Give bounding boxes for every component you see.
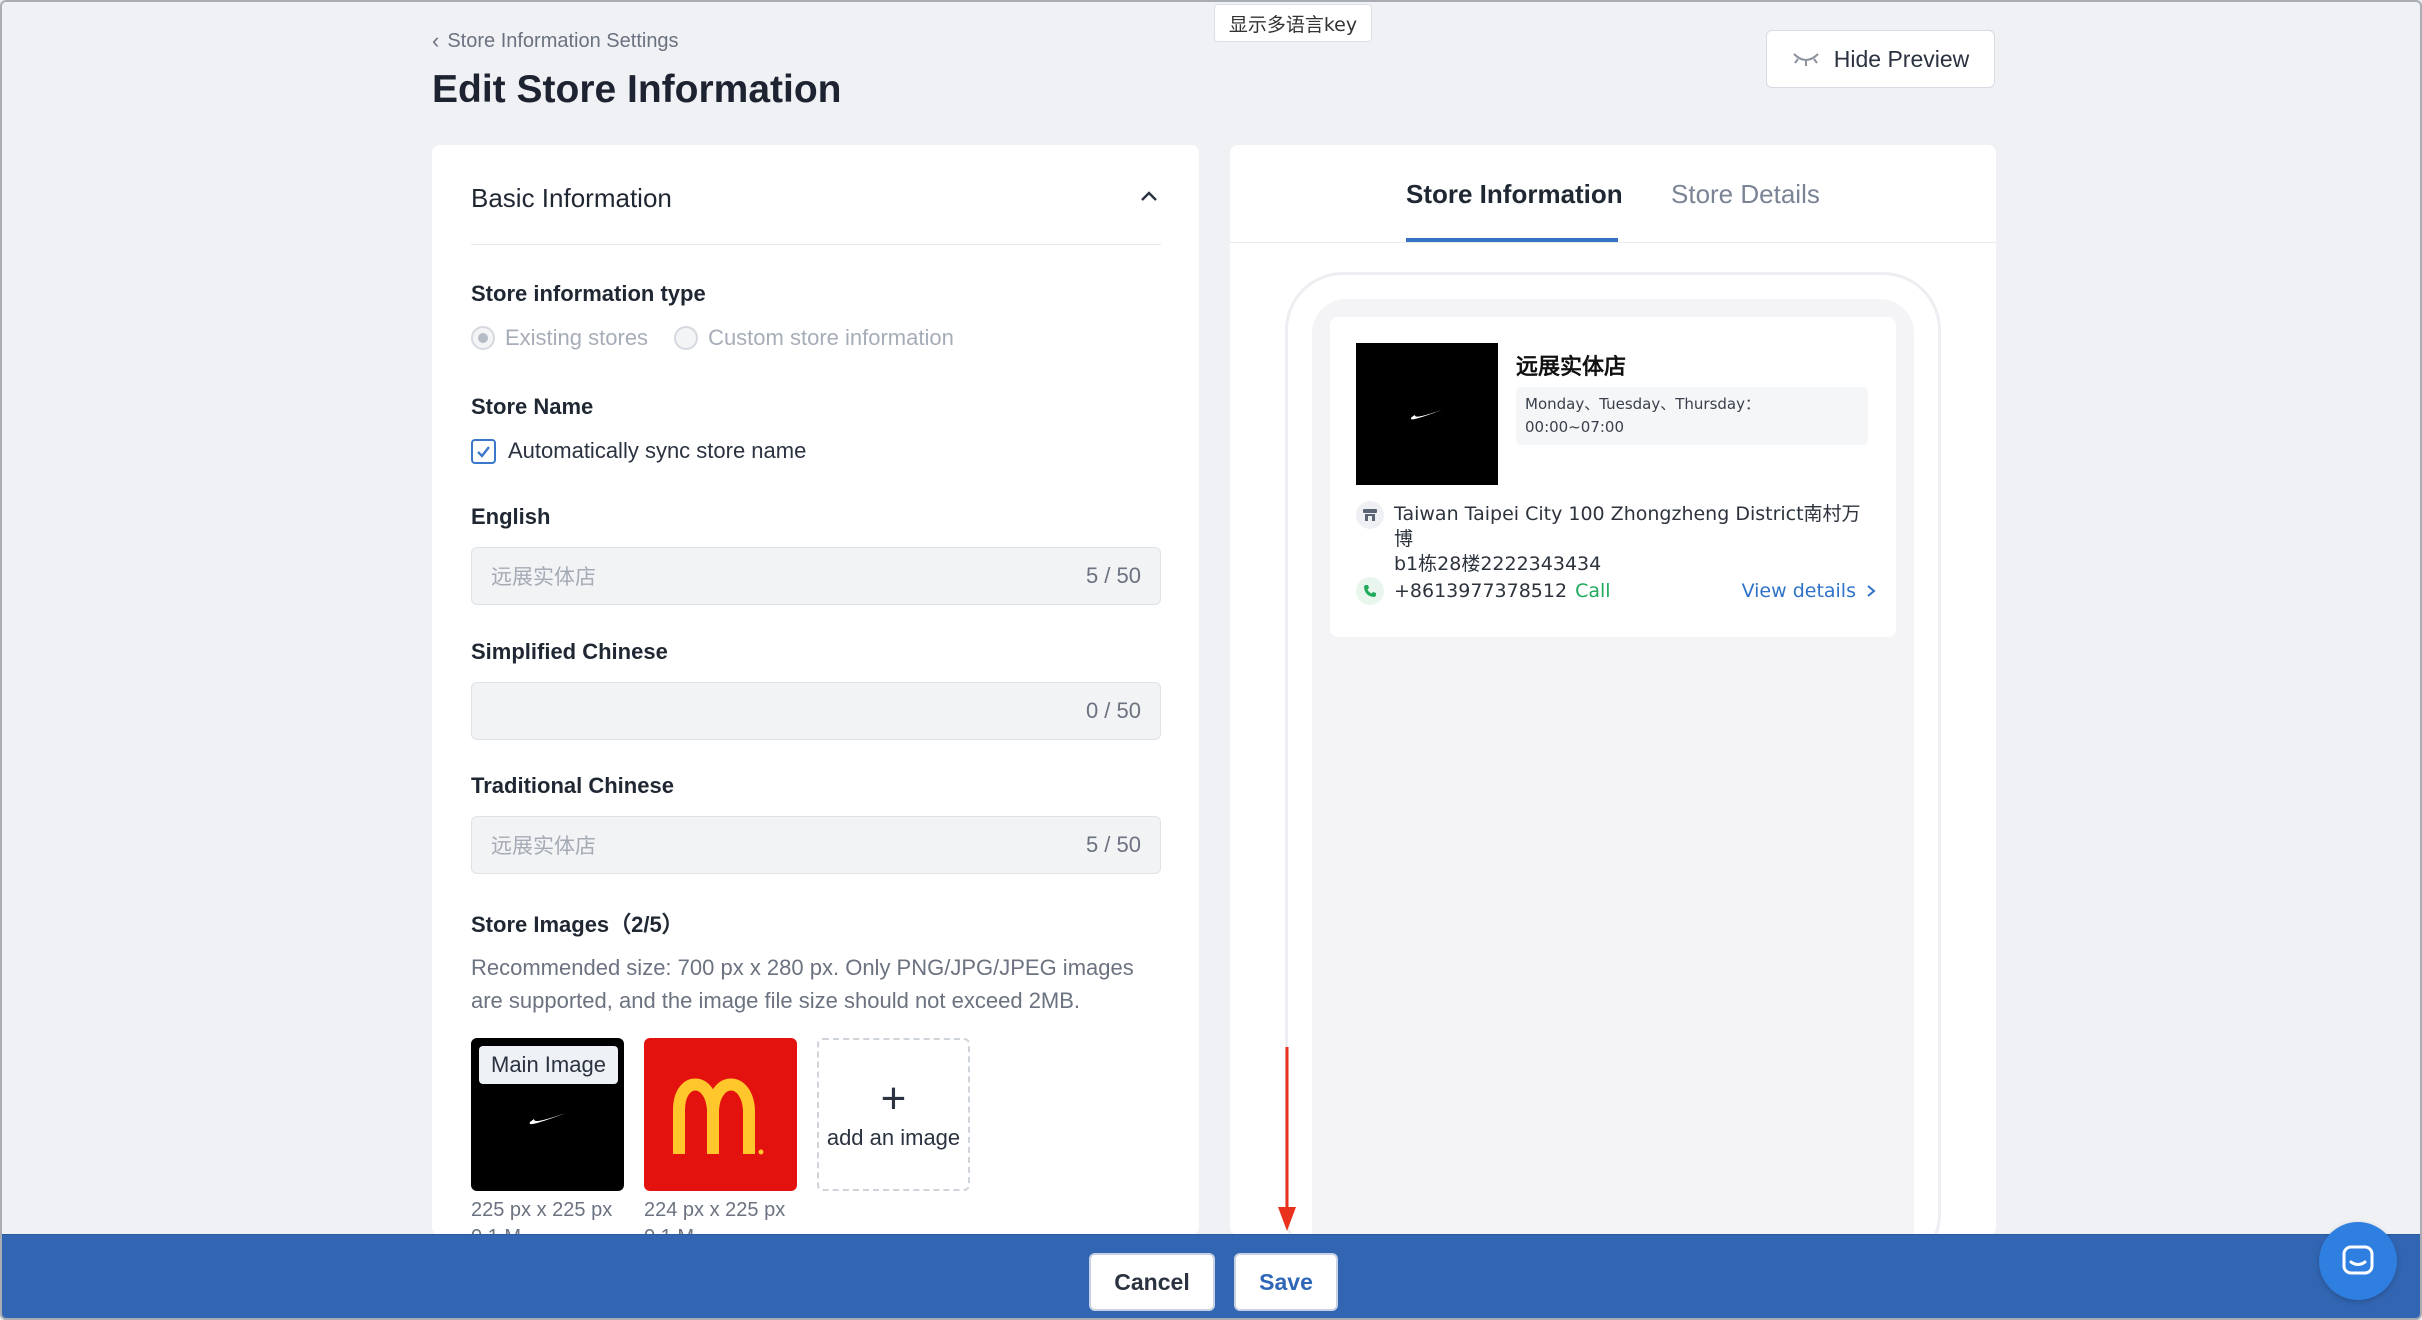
radio-custom-store-information[interactable]: Custom store information (674, 325, 954, 351)
english-name-input[interactable]: 远展实体店 5 / 50 (471, 547, 1161, 605)
store-image-thumbnail[interactable] (644, 1038, 797, 1191)
sync-store-name-checkbox[interactable]: Automatically sync store name (471, 438, 806, 464)
view-details-link[interactable]: View details (1742, 580, 1876, 602)
tab-store-information[interactable]: Store Information (1406, 179, 1623, 210)
radio-label: Existing stores (505, 325, 649, 350)
store-icon (1356, 501, 1384, 529)
radio-selected-icon (471, 326, 495, 350)
hide-preview-label: Hide Preview (1833, 45, 1970, 72)
image-dimensions: 224 px x 225 px (644, 1199, 786, 1221)
phone-screen: 远展实体店 Monday、Tuesday、Thursday： 00:00~07:… (1312, 299, 1914, 1259)
chevron-left-icon: ‹ (432, 28, 440, 53)
phone-preview-frame: 远展实体店 Monday、Tuesday、Thursday： 00:00~07:… (1285, 272, 1941, 1272)
char-count: 5 / 50 (1085, 563, 1141, 588)
breadcrumb[interactable]: ‹ Store Information Settings (432, 28, 679, 54)
language-key-toggle[interactable]: 显示多语言key (1214, 4, 1372, 42)
hours-days: Monday、Tuesday、Thursday： (1525, 395, 1760, 413)
phone-number: +8613977378512 (1394, 580, 1568, 602)
store-phone-row: +8613977378512 Call View details (1356, 577, 1876, 605)
chevron-up-icon[interactable] (1137, 185, 1161, 209)
swoosh-logo (529, 1112, 566, 1124)
char-count: 0 / 50 (1085, 698, 1141, 723)
phone-icon (1356, 577, 1384, 605)
view-details-label: View details (1741, 580, 1856, 602)
call-link[interactable]: Call (1575, 580, 1610, 602)
store-address: Taiwan Taipei City 100 Zhongzheng Distri… (1356, 501, 1876, 577)
store-info-type-radio-group: Existing stores Custom store information (471, 325, 954, 351)
main-image-badge: Main Image (479, 1046, 618, 1084)
sync-store-name-label: Automatically sync store name (508, 438, 807, 463)
preview-store-name: 远展实体店 (1516, 355, 1627, 380)
basic-information-card: Basic Information Store information type… (432, 145, 1199, 1248)
chat-icon (2342, 1245, 2374, 1275)
eye-closed-icon (1793, 53, 1819, 66)
save-button[interactable]: Save (1234, 1253, 1338, 1311)
chevron-right-icon (1867, 585, 1876, 597)
section-header[interactable]: Basic Information (471, 183, 1161, 245)
business-hours: Monday、Tuesday、Thursday： 00:00~07:00 (1516, 387, 1868, 445)
bottom-action-bar: Cancel Save (2, 1234, 2420, 1318)
store-name-label: Store Name (471, 394, 594, 419)
golden-arches-logo (672, 1078, 763, 1154)
store-image-thumbnail[interactable]: Main Image (471, 1038, 624, 1191)
input-value: 远展实体店 (491, 834, 596, 858)
radio-label: Custom store information (708, 325, 954, 350)
input-value: 远展实体店 (491, 565, 596, 589)
checkbox-checked-icon (471, 438, 496, 464)
chat-support-button[interactable] (2319, 1222, 2397, 1300)
store-image-item: 224 px x 225 px 0.1 M (644, 1038, 797, 1249)
image-dimensions: 225 px x 225 px (471, 1199, 613, 1221)
address-line-1: Taiwan Taipei City 100 Zhongzheng Distri… (1394, 503, 1861, 550)
english-label: English (471, 504, 551, 529)
store-image-item: Main Image 225 px x 225 px 0.1 M (471, 1038, 624, 1249)
store-logo (1356, 343, 1498, 485)
section-title: Basic Information (471, 183, 672, 213)
char-count: 5 / 50 (1085, 832, 1141, 857)
active-tab-indicator (1406, 238, 1618, 242)
hours-time: 00:00~07:00 (1525, 418, 1625, 436)
traditional-chinese-label: Traditional Chinese (471, 773, 674, 798)
breadcrumb-link[interactable]: Store Information Settings (447, 30, 678, 53)
add-image-button[interactable]: + add an image (817, 1038, 970, 1191)
plus-icon: + (880, 1073, 907, 1123)
simplified-chinese-label: Simplified Chinese (471, 639, 668, 664)
address-line-2: b1栋28楼2222343434 (1394, 553, 1602, 575)
store-preview-card: 远展实体店 Monday、Tuesday、Thursday： 00:00~07:… (1330, 317, 1896, 637)
app-frame: 显示多语言key ‹ Store Information Settings Ed… (0, 0, 2422, 1320)
preview-card: Store Information Store Details 远展实体店 Mo… (1230, 145, 1996, 1272)
page-title: Edit Store Information (432, 68, 842, 111)
traditional-chinese-name-input[interactable]: 远展实体店 5 / 50 (471, 816, 1161, 874)
annotation-arrow (1278, 1047, 1296, 1231)
preview-tabs: Store Information Store Details (1230, 145, 1996, 243)
radio-existing-stores[interactable]: Existing stores (471, 325, 648, 351)
simplified-chinese-name-input[interactable]: 0 / 50 (471, 682, 1161, 740)
cancel-button[interactable]: Cancel (1089, 1253, 1215, 1311)
radio-unselected-icon (674, 326, 699, 350)
store-info-type-label: Store information type (471, 281, 706, 306)
image-size-hint: Recommended size: 700 px x 280 px. Only … (471, 955, 1134, 1013)
store-image-list: Main Image 225 px x 225 px 0.1 M 224 px … (471, 1038, 970, 1249)
tab-store-details[interactable]: Store Details (1671, 179, 1820, 210)
add-image-label: add an image (826, 1124, 961, 1150)
store-images-label: Store Images（2/5） (471, 912, 684, 937)
hide-preview-button[interactable]: Hide Preview (1766, 30, 1995, 88)
swoosh-logo (1410, 409, 1443, 420)
